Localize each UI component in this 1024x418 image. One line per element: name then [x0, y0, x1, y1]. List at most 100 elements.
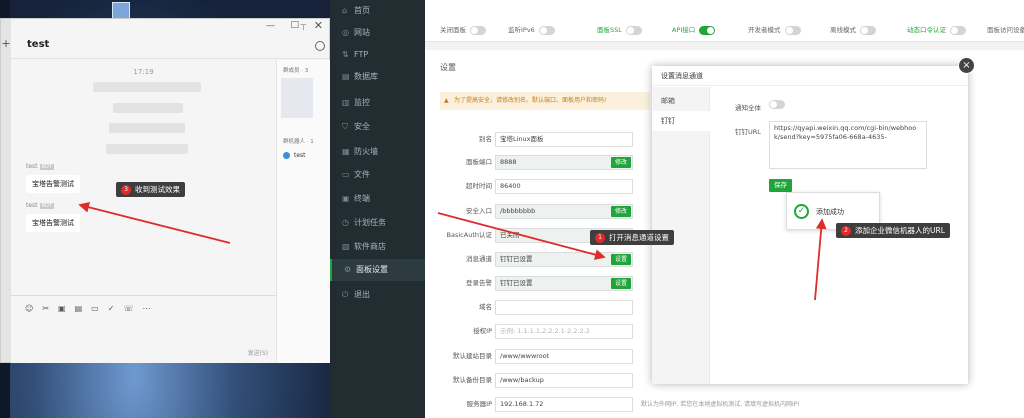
toggle-ipv6[interactable]: 监听IPv6 [508, 24, 555, 35]
sidebar-item-firewall[interactable]: ▦ 防火墙 [330, 141, 425, 163]
annotation-3: 3 收到测试效果 [116, 182, 185, 197]
system-message-blurred [106, 144, 188, 154]
toggle-api[interactable]: API接口 [672, 24, 716, 35]
server-ip-tip: 默认为外网IP, 若您在本地虚拟机测试, 请填写虚拟机内网IP! [641, 401, 800, 408]
domain-input[interactable] [495, 300, 633, 315]
toggle-close-panel[interactable]: 关闭面板 [440, 24, 486, 35]
alias-input[interactable]: 宝塔Linux面板 [495, 132, 633, 147]
sidebar-item-panel-settings[interactable]: ⚙ 面板设置 [330, 259, 425, 281]
shield-icon: ⛉ [342, 122, 348, 131]
login-alert-settings-button[interactable]: 设置 [611, 278, 632, 289]
person-icon[interactable] [315, 41, 325, 51]
modal-title: 设置消息通道 [652, 66, 968, 86]
member-list-blurred [281, 78, 313, 118]
robot-icon [283, 152, 290, 159]
folder-icon[interactable]: ▭ [91, 304, 99, 313]
toggle-panel-ssl[interactable]: 面板SSL [597, 24, 642, 35]
modal-close-button[interactable]: × [958, 57, 975, 74]
port-modify-button[interactable]: 修改 [611, 157, 632, 168]
bot-tag: BOT [39, 203, 54, 209]
message-time: 17:19 [133, 68, 154, 76]
firewall-icon: ▦ [342, 147, 350, 156]
ftp-icon: ⇅ [342, 50, 349, 59]
file-icon: ▭ [342, 170, 350, 179]
message-sender: test BOT [26, 163, 54, 170]
switch[interactable] [470, 25, 486, 35]
more-icon[interactable]: ⋯ [142, 304, 150, 313]
toggles-bar: 关闭面板 监听IPv6 面板SSL API接口 开发者模式 离线模式 动态口令认… [425, 0, 1024, 42]
tab-email[interactable]: 邮箱 [652, 91, 710, 111]
members-label: 群成员 · 3 [283, 68, 309, 74]
timeout-input[interactable]: 86400 [495, 179, 633, 194]
sidebar-item-database[interactable]: ▤ 数据库 [330, 66, 425, 88]
annotation-1: 1 打开消息通道设置 [590, 230, 674, 245]
gear-icon: ⚙ [344, 265, 352, 274]
message-channel-settings-button[interactable]: 设置 [611, 254, 632, 265]
maximize-button[interactable]: □ [290, 20, 299, 30]
toggle-2fa[interactable]: 动态口令认证 [907, 24, 966, 35]
system-message-blurred [93, 82, 201, 92]
phone-icon[interactable]: ☏ [123, 304, 133, 313]
message-sender: test BOT [26, 202, 54, 209]
robot-item[interactable]: test [283, 152, 306, 159]
switch[interactable] [860, 25, 876, 35]
sidebar-item-logout[interactable]: ⏻ 退出 [330, 284, 425, 306]
toggle-developer-mode[interactable]: 开发者模式 [748, 24, 801, 35]
globe-icon: ◎ [342, 28, 349, 37]
document-icon[interactable]: ▤ [75, 304, 83, 313]
message-bubble[interactable]: 宝塔告警测试 [26, 214, 80, 232]
screenshot-icon[interactable]: ✂ [42, 304, 49, 313]
sidebar-item-ftp[interactable]: ⇅ FTP [330, 44, 425, 66]
switch[interactable] [950, 25, 966, 35]
wechat-left-bar [1, 19, 11, 362]
site-dir-input[interactable]: /www/wwwroot [495, 349, 633, 364]
terminal-icon: ▣ [342, 194, 350, 203]
backup-dir-input[interactable]: /www/backup [495, 373, 633, 388]
chat-toolbar: ☺ ✂ ▣ ▤ ▭ ✓ ☏ ⋯ [25, 304, 150, 313]
system-message-blurred [113, 103, 183, 113]
toast-message: 添加成功 [816, 208, 844, 216]
image-icon[interactable]: ▣ [58, 304, 66, 313]
switch[interactable] [784, 25, 801, 35]
sidebar-item-terminal[interactable]: ▣ 终端 [330, 188, 425, 210]
sidebar-item-security[interactable]: ⛉ 安全 [330, 116, 425, 138]
webhook-url-textarea[interactable]: https://qyapi.weixin.qq.com/cgi-bin/webh… [769, 121, 927, 169]
server-ip-input[interactable]: 192.168.1.72 [495, 397, 633, 412]
message-bubble[interactable]: 宝塔告警测试 [26, 175, 80, 193]
emoji-icon[interactable]: ☺ [25, 304, 33, 313]
task-icon[interactable]: ✓ [108, 304, 115, 313]
switch[interactable] [538, 25, 555, 35]
chat-titlebar: test ⊤ — □ ✕ [11, 19, 329, 59]
system-message-blurred [109, 123, 185, 133]
close-window-button[interactable]: ✕ [314, 19, 323, 32]
sidebar-item-monitor[interactable]: ▥ 监控 [330, 92, 425, 114]
switch[interactable] [699, 25, 716, 35]
panel-sidebar: ⌂ 首页 ◎ 网站 ⇅ FTP ▤ 数据库 ▥ 监控 ⛉ 安全 ▦ 防火墙 ▭ 文件 ▣ 终端 ◷… [330, 0, 425, 418]
notify-all-switch[interactable] [769, 100, 785, 109]
home-icon: ⌂ [342, 6, 348, 15]
add-icon[interactable]: + [1, 37, 11, 50]
database-icon: ▤ [342, 72, 350, 81]
send-button[interactable]: 发送(S) [248, 348, 269, 357]
entry-modify-button[interactable]: 修改 [611, 206, 632, 217]
sidebar-item-store[interactable]: ▧ 软件商店 [330, 236, 425, 258]
pin-icon[interactable]: ⊤ [300, 23, 307, 32]
bot-tag: BOT [39, 164, 54, 170]
toggle-offline-mode[interactable]: 离线模式 [830, 24, 876, 35]
message-input-area[interactable]: ☺ ✂ ▣ ▤ ▭ ✓ ☏ ⋯ 发送(S) [11, 295, 276, 363]
save-button[interactable]: 保存 [769, 179, 792, 192]
sidebar-item-website[interactable]: ◎ 网站 [330, 22, 425, 44]
auth-ip-input[interactable]: 示例: 1.1.1.1,2.2.2.1-2.2.2.2 [495, 324, 633, 339]
notify-all-label: 通知全体 [735, 104, 761, 112]
toggle-device-access[interactable]: 面板访问设备 [987, 24, 1024, 35]
sidebar-item-files[interactable]: ▭ 文件 [330, 164, 425, 186]
settings-title: 设置 [440, 63, 456, 72]
clock-icon: ◷ [342, 218, 349, 227]
minimize-button[interactable]: — [266, 21, 275, 31]
switch[interactable] [625, 25, 642, 35]
annotation-2: 2 添加企业微信机器人的URL [836, 223, 950, 238]
sidebar-item-home[interactable]: ⌂ 首页 [330, 0, 425, 22]
tab-dingtalk[interactable]: 钉钉 [652, 111, 710, 131]
sidebar-item-cron[interactable]: ◷ 计划任务 [330, 212, 425, 234]
security-notice: 为了提高安全，请修改别名、默认端口、面板用户和密码! [440, 92, 650, 110]
